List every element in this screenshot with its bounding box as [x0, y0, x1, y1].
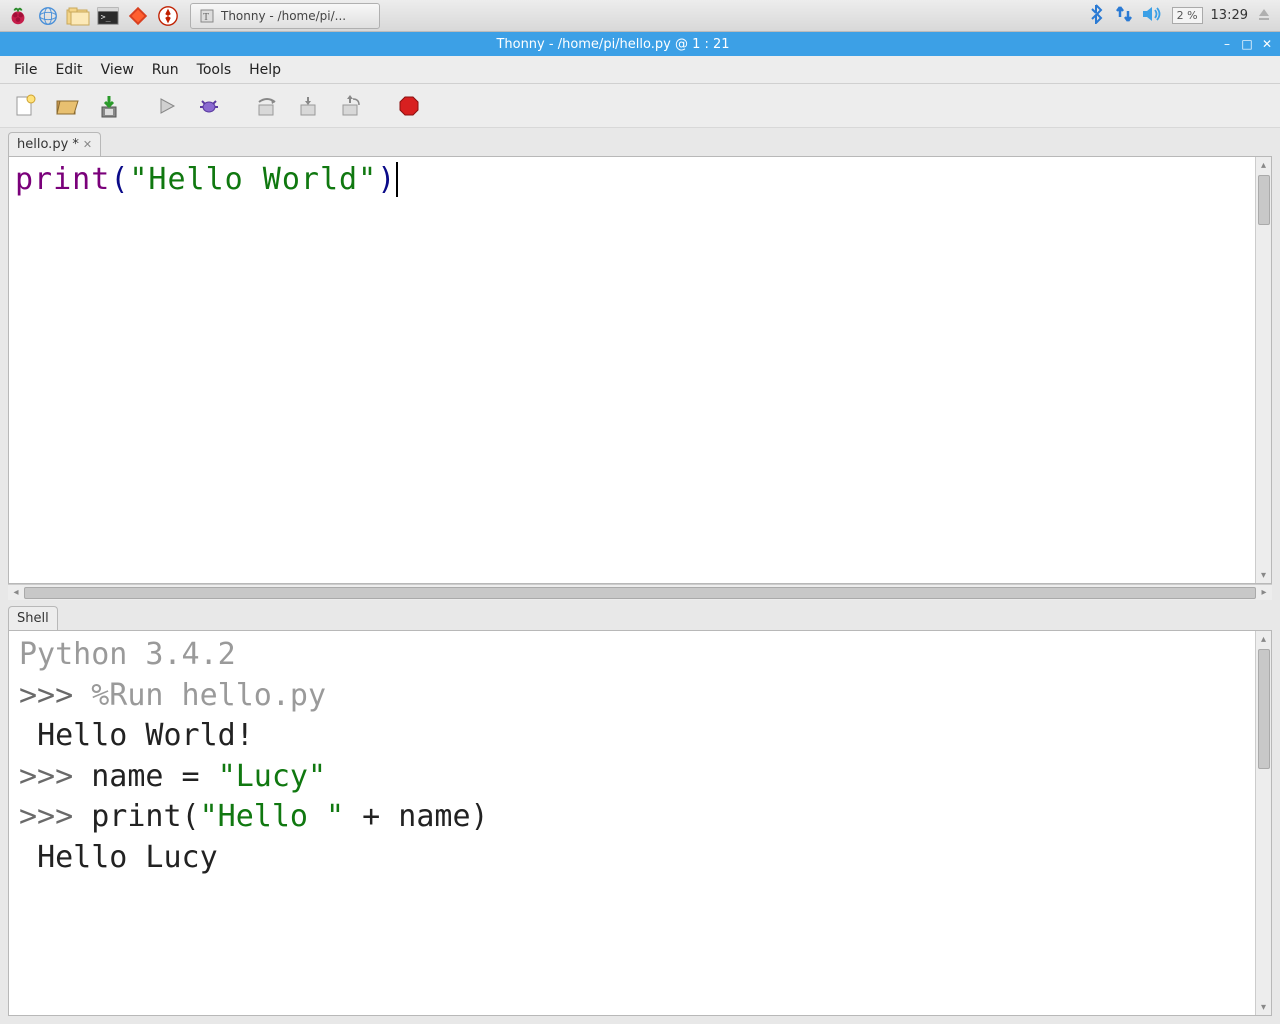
window-controls: – □ ✕ — [1220, 37, 1274, 51]
editor-hscrollbar[interactable]: ◂ ▸ — [8, 584, 1272, 600]
raspberry-menu-icon[interactable] — [4, 2, 32, 30]
shell-prompt: >>> — [19, 799, 73, 834]
taskbar-launchers: >_ T Thonny - /home/pi/... — [4, 2, 380, 30]
taskbar-app-label: Thonny - /home/pi/... — [221, 9, 346, 23]
shell-output-2: Hello Lucy — [37, 840, 218, 875]
shell-run-cmd: %Run hello.py — [91, 678, 326, 713]
code-string: "Hello World" — [129, 162, 377, 197]
scroll-thumb-h[interactable] — [24, 587, 1256, 599]
shell-input-3a: print( — [91, 799, 199, 834]
mathematica-icon[interactable] — [124, 2, 152, 30]
stop-button[interactable] — [392, 89, 426, 123]
cpu-usage[interactable]: 2 % — [1172, 7, 1203, 24]
bluetooth-icon[interactable] — [1088, 4, 1106, 28]
code-func: print — [15, 162, 110, 197]
shell-pane: Shell Python 3.4.2 >>> %Run hello.py Hel… — [8, 606, 1272, 1016]
step-over-button[interactable] — [250, 89, 284, 123]
menu-edit[interactable]: Edit — [47, 59, 90, 81]
close-button[interactable]: ✕ — [1260, 37, 1274, 51]
code-rparen: ) — [377, 162, 396, 197]
shell-prompt: >>> — [19, 759, 73, 794]
shell-input-2b: "Lucy" — [218, 759, 326, 794]
menu-help[interactable]: Help — [241, 59, 289, 81]
text-cursor — [396, 162, 398, 197]
thonny-app-icon: T — [199, 8, 215, 24]
shell-tab-strip: Shell — [8, 606, 1272, 630]
shell-tab[interactable]: Shell — [8, 606, 58, 630]
scroll-up-icon[interactable]: ▴ — [1261, 157, 1266, 173]
editor-pane: hello.py * ✕ print("Hello World") ▴ ▾ ◂ … — [8, 132, 1272, 600]
step-out-button[interactable] — [334, 89, 368, 123]
menu-run[interactable]: Run — [144, 59, 187, 81]
scroll-down-icon[interactable]: ▾ — [1261, 567, 1266, 583]
editor-vscrollbar[interactable]: ▴ ▾ — [1255, 157, 1271, 583]
desktop-taskbar: >_ T Thonny - /home/pi/... 2 % 13:29 — [0, 0, 1280, 32]
scroll-left-icon[interactable]: ◂ — [8, 587, 24, 598]
taskbar-window-button[interactable]: T Thonny - /home/pi/... — [190, 3, 380, 29]
network-icon[interactable] — [1114, 4, 1134, 28]
minimize-button[interactable]: – — [1220, 37, 1234, 51]
shell-header: Python 3.4.2 — [19, 637, 236, 672]
shell-input-2a: name = — [91, 759, 217, 794]
wolfram-icon[interactable] — [154, 2, 182, 30]
taskbar-tray: 2 % 13:29 — [1088, 4, 1276, 28]
scroll-thumb[interactable] — [1258, 649, 1270, 769]
editor-tab-strip: hello.py * ✕ — [8, 132, 1272, 156]
save-file-button[interactable] — [92, 89, 126, 123]
scroll-down-icon[interactable]: ▾ — [1261, 999, 1266, 1015]
shell-vscrollbar[interactable]: ▴ ▾ — [1255, 631, 1271, 1015]
web-browser-icon[interactable] — [34, 2, 62, 30]
scroll-right-icon[interactable]: ▸ — [1256, 587, 1272, 598]
code-lparen: ( — [110, 162, 129, 197]
window-titlebar[interactable]: Thonny - /home/pi/hello.py @ 1 : 21 – □ … — [0, 32, 1280, 56]
close-icon[interactable]: ✕ — [83, 138, 92, 151]
terminal-icon[interactable]: >_ — [94, 2, 122, 30]
shell-prompt: >>> — [19, 678, 73, 713]
menu-view[interactable]: View — [93, 59, 142, 81]
scroll-up-icon[interactable]: ▴ — [1261, 631, 1266, 647]
run-button[interactable] — [150, 89, 184, 123]
toolbar — [0, 84, 1280, 128]
maximize-button[interactable]: □ — [1240, 37, 1254, 51]
thonny-window: Thonny - /home/pi/hello.py @ 1 : 21 – □ … — [0, 32, 1280, 1024]
panes: hello.py * ✕ print("Hello World") ▴ ▾ ◂ … — [0, 128, 1280, 1024]
svg-text:T: T — [203, 12, 209, 23]
menu-tools[interactable]: Tools — [189, 59, 240, 81]
open-file-button[interactable] — [50, 89, 84, 123]
svg-text:>_: >_ — [101, 11, 111, 21]
scroll-thumb[interactable] — [1258, 175, 1270, 225]
shell-area: Python 3.4.2 >>> %Run hello.py Hello Wor… — [8, 630, 1272, 1016]
editor-area: print("Hello World") ▴ ▾ — [8, 156, 1272, 584]
debug-button[interactable] — [192, 89, 226, 123]
eject-icon[interactable] — [1256, 6, 1272, 26]
shell-input-3b: "Hello " — [200, 799, 345, 834]
step-into-button[interactable] — [292, 89, 326, 123]
editor-text[interactable]: print("Hello World") — [9, 157, 1255, 583]
shell-text[interactable]: Python 3.4.2 >>> %Run hello.py Hello Wor… — [9, 631, 1255, 1015]
shell-output-1: Hello World! — [37, 718, 254, 753]
menu-file[interactable]: File — [6, 59, 45, 81]
editor-tab[interactable]: hello.py * ✕ — [8, 132, 101, 156]
file-manager-icon[interactable] — [64, 2, 92, 30]
menubar: File Edit View Run Tools Help — [0, 56, 1280, 84]
shell-input-3c: + name) — [344, 799, 489, 834]
window-title: Thonny - /home/pi/hello.py @ 1 : 21 — [6, 37, 1220, 52]
editor-tab-label: hello.py * — [17, 137, 79, 152]
clock[interactable]: 13:29 — [1211, 8, 1248, 23]
volume-icon[interactable] — [1142, 5, 1164, 27]
new-file-button[interactable] — [8, 89, 42, 123]
shell-tab-label: Shell — [17, 611, 49, 626]
